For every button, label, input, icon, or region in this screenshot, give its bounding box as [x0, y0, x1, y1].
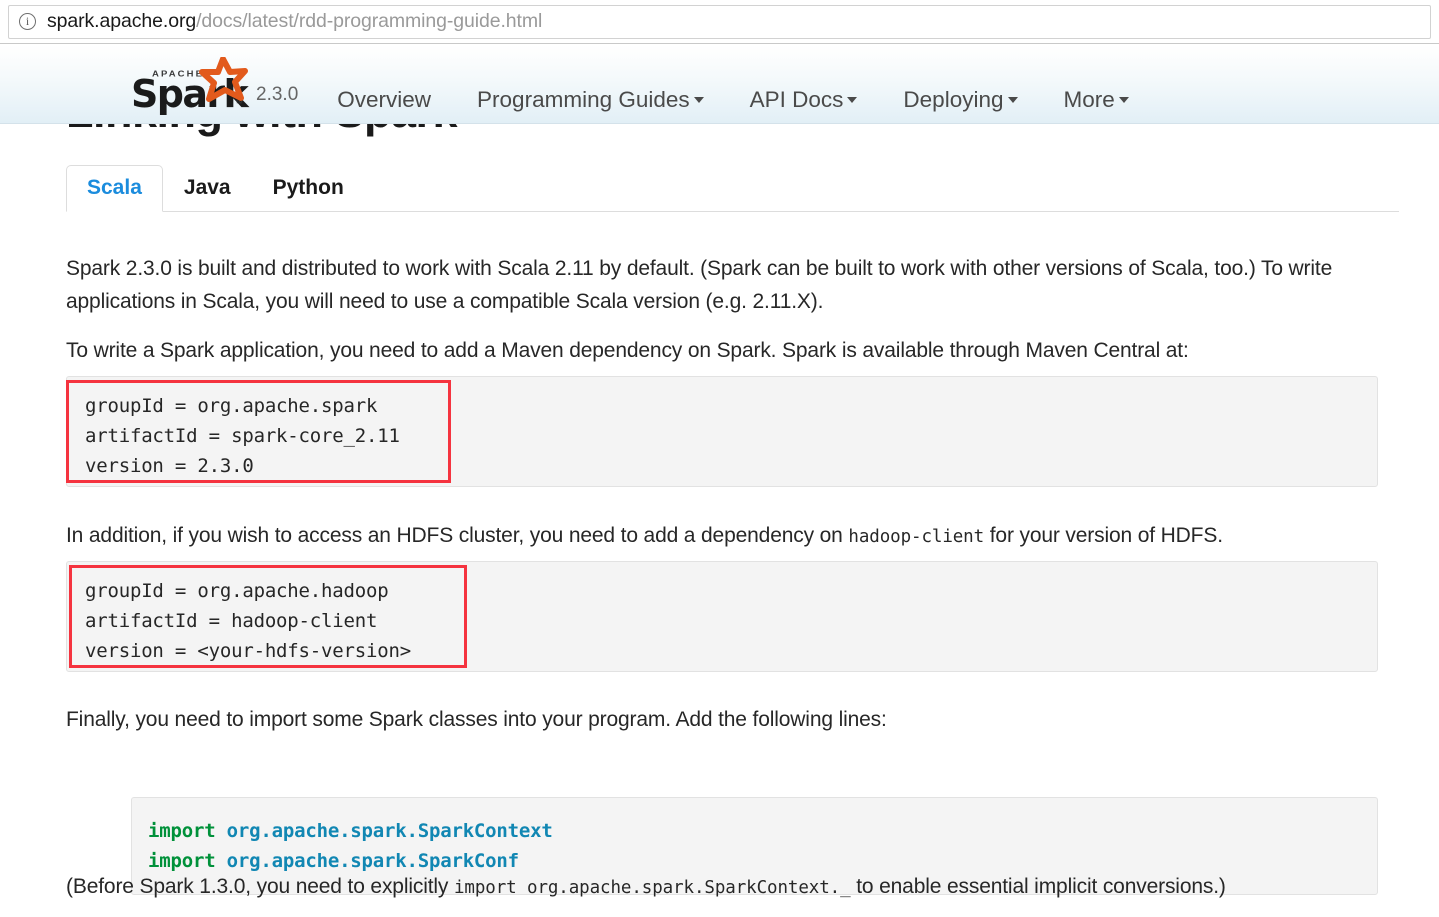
nav-label-overview: Overview	[337, 87, 431, 113]
tab-java[interactable]: Java	[163, 165, 252, 212]
namespace-sparkcontext: org.apache.spark.SparkContext	[215, 820, 552, 842]
site-navbar: APACHE Spark ™ 2.3.0 Overview Programmin…	[0, 45, 1439, 124]
spark-star-icon	[197, 57, 251, 103]
nav-item-deploying[interactable]: Deploying	[880, 87, 1040, 113]
code-text-maven-spark: groupId = org.apache.spark artifactId = …	[85, 391, 1359, 481]
chevron-down-icon	[847, 97, 857, 103]
paragraph-hdfs-text-after: for your version of HDFS.	[984, 524, 1223, 547]
chevron-down-icon	[1008, 97, 1018, 103]
nav-item-programming-guides[interactable]: Programming Guides	[454, 87, 727, 113]
page-content: Linking with Spark Scala Java Python Spa…	[0, 44, 1439, 917]
code-text-imports: import org.apache.spark.SparkContext imp…	[148, 816, 1361, 876]
code-text-maven-hadoop: groupId = org.apache.hadoop artifactId =…	[85, 576, 1359, 666]
code-block-maven-hadoop: groupId = org.apache.hadoop artifactId =…	[66, 561, 1378, 672]
paragraph-implicit-text-before: (Before Spark 1.3.0, you need to explici…	[66, 875, 454, 898]
navbar-menu: Overview Programming Guides API Docs Dep…	[314, 87, 1152, 123]
site-info-icon[interactable]: i	[19, 13, 36, 30]
paragraph-maven-dependency: To write a Spark application, you need t…	[66, 334, 1366, 367]
code-block-maven-spark: groupId = org.apache.spark artifactId = …	[66, 376, 1378, 487]
url-path: /docs/latest/rdd-programming-guide.html	[196, 10, 542, 32]
browser-url-bar: i spark.apache.org/docs/latest/rdd-progr…	[0, 0, 1439, 44]
spark-logo-icon: APACHE Spark ™	[131, 59, 253, 111]
url-host: spark.apache.org	[47, 10, 196, 32]
url-input[interactable]: i spark.apache.org/docs/latest/rdd-progr…	[8, 5, 1431, 39]
paragraph-implicit-text-after: to enable essential implicit conversions…	[851, 875, 1226, 898]
spark-version-label: 2.3.0	[256, 84, 298, 111]
nav-label-more: More	[1064, 87, 1115, 113]
nav-item-more[interactable]: More	[1041, 87, 1152, 113]
inline-code-sparkcontext-underscore: import org.apache.spark.SparkContext._	[454, 878, 851, 898]
paragraph-implicit-conversions: (Before Spark 1.3.0, you need to explici…	[66, 870, 1416, 905]
nav-item-overview[interactable]: Overview	[314, 87, 454, 113]
chevron-down-icon	[694, 97, 704, 103]
namespace-sparkconf: org.apache.spark.SparkConf	[215, 850, 518, 872]
paragraph-hdfs-text-before: In addition, if you wish to access an HD…	[66, 524, 848, 547]
nav-item-api-docs[interactable]: API Docs	[727, 87, 881, 113]
nav-label-deploying: Deploying	[903, 87, 1003, 113]
keyword-import-1: import	[148, 820, 215, 842]
tab-python[interactable]: Python	[252, 165, 365, 212]
paragraph-import-intro: Finally, you need to import some Spark c…	[66, 703, 1366, 736]
inline-code-hadoop-client: hadoop-client	[848, 527, 984, 547]
chevron-down-icon	[1119, 97, 1129, 103]
logo-trademark: ™	[235, 99, 243, 108]
nav-label-programming-guides: Programming Guides	[477, 87, 690, 113]
keyword-import-2: import	[148, 850, 215, 872]
nav-label-api-docs: API Docs	[750, 87, 844, 113]
tab-scala[interactable]: Scala	[66, 165, 163, 212]
paragraph-scala-version: Spark 2.3.0 is built and distributed to …	[66, 252, 1366, 318]
paragraph-hdfs: In addition, if you wish to access an HD…	[66, 519, 1406, 554]
language-tabs: Scala Java Python	[66, 165, 1399, 212]
spark-logo-link[interactable]: APACHE Spark ™ 2.3.0	[131, 59, 298, 123]
